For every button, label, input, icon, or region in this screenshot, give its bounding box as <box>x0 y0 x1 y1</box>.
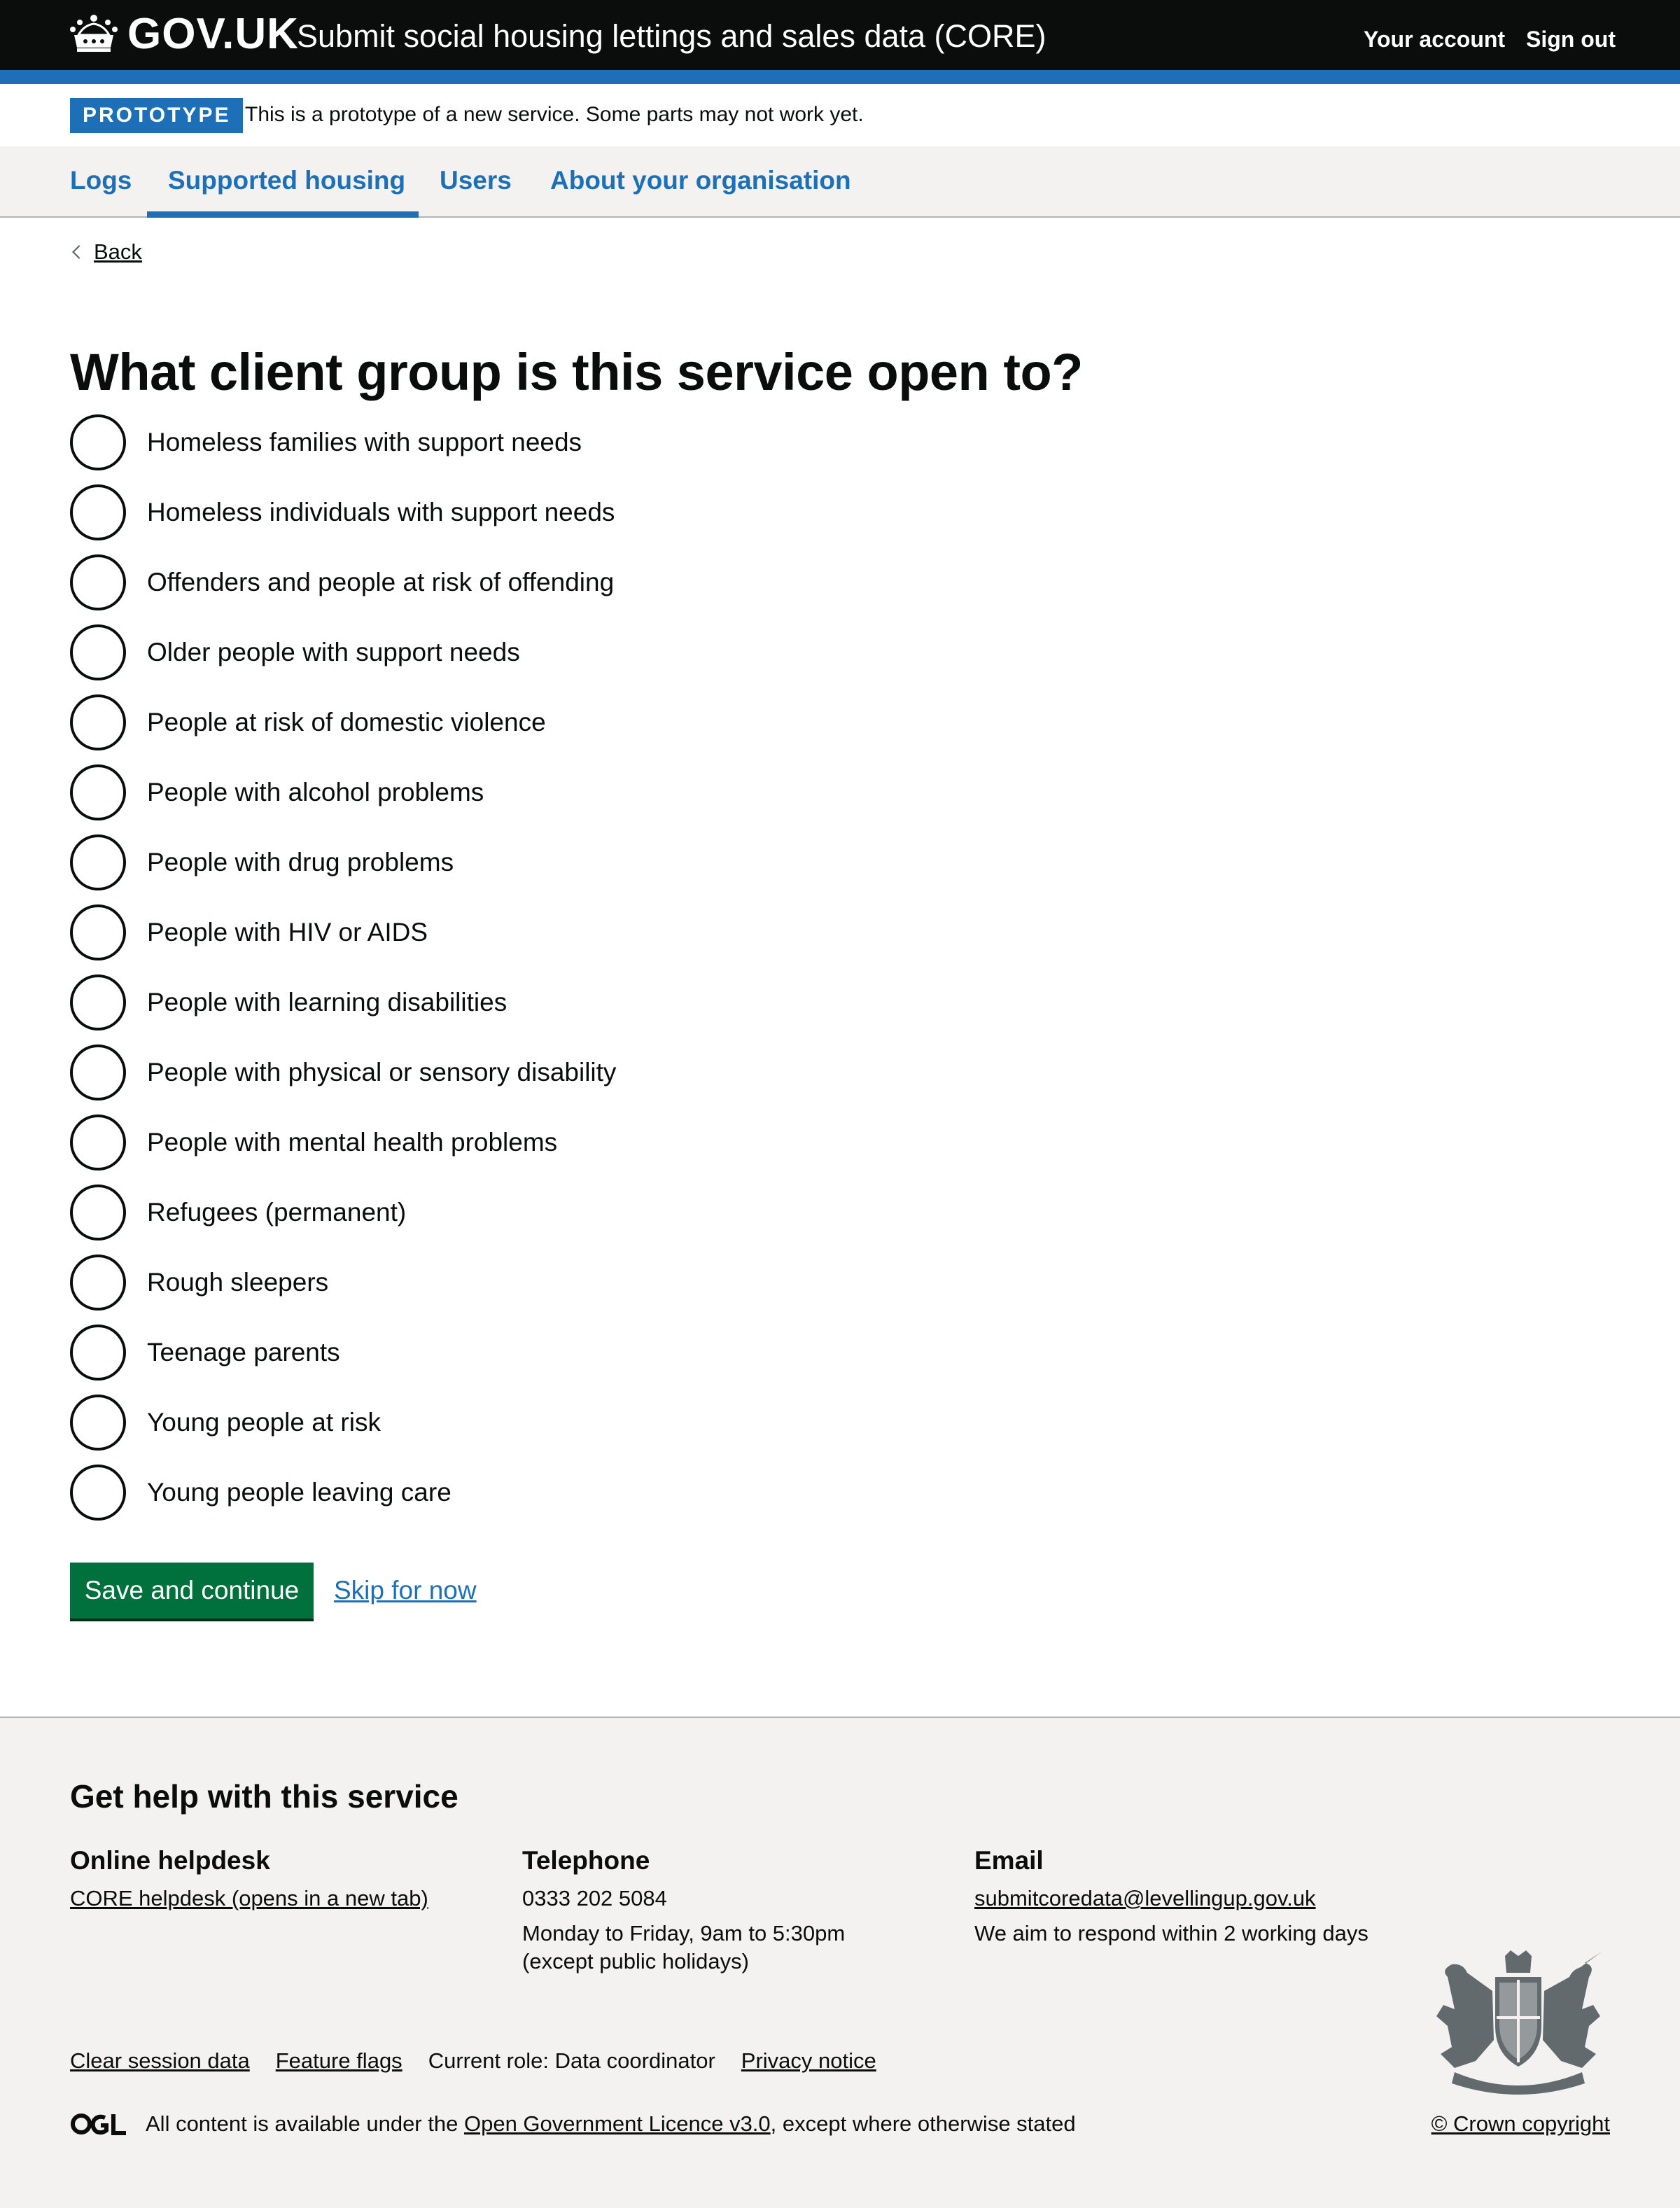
radio-option[interactable]: Teenage parents <box>70 1325 1050 1395</box>
radio-label[interactable]: Young people at risk <box>147 1395 381 1451</box>
crown-copyright-link[interactable]: © Crown copyright <box>1432 2110 1610 2138</box>
radio-label[interactable]: Homeless individuals with support needs <box>147 484 615 540</box>
radio-label[interactable]: People with physical or sensory disabili… <box>147 1044 616 1100</box>
radio-option[interactable]: Rough sleepers <box>70 1255 1050 1325</box>
radio-label[interactable]: People with alcohol problems <box>147 764 484 820</box>
sign-out-link[interactable]: Sign out <box>1526 25 1616 53</box>
radio-option[interactable]: People with physical or sensory disabili… <box>70 1044 1050 1115</box>
current-role-text: Current role: Data coordinator <box>428 2048 715 2073</box>
licence-suffix: , except where otherwise stated <box>770 2111 1076 2136</box>
helpdesk-heading: Online helpdesk <box>70 1846 270 1875</box>
radio-button[interactable] <box>70 764 126 820</box>
page-title: What client group is this service open t… <box>70 343 1083 401</box>
open-government-licence-link[interactable]: Open Government Licence v3.0 <box>464 2110 771 2138</box>
back-link[interactable]: Back <box>70 238 142 266</box>
radio-option[interactable]: Homeless families with support needs <box>70 414 1050 484</box>
chevron-left-icon <box>72 245 86 259</box>
radio-label[interactable]: People at risk of domestic violence <box>147 694 546 750</box>
radio-button[interactable] <box>70 1325 126 1381</box>
radio-button[interactable] <box>70 484 126 540</box>
radio-option[interactable]: Older people with support needs <box>70 624 1050 694</box>
radio-label[interactable]: Older people with support needs <box>147 624 520 680</box>
back-link-label: Back <box>94 239 142 264</box>
radio-button[interactable] <box>70 1115 126 1171</box>
radio-button[interactable] <box>70 554 126 610</box>
footer-telephone: Telephone 0333 202 5084 Monday to Friday… <box>522 1844 956 1976</box>
radio-option[interactable]: Offenders and people at risk of offendin… <box>70 554 1050 624</box>
nav-active-indicator <box>147 211 419 218</box>
core-helpdesk-link[interactable]: CORE helpdesk (opens in a new tab) <box>70 1885 504 1913</box>
nav-item-about-your-organisation[interactable]: About your organisation <box>550 163 851 198</box>
nav-item-supported-housing[interactable]: Supported housing <box>168 163 405 198</box>
your-account-link[interactable]: Your account <box>1364 25 1505 53</box>
privacy-notice-link[interactable]: Privacy notice <box>741 2047 876 2075</box>
site-header: GOV.UK Submit social housing lettings an… <box>0 0 1680 70</box>
radio-button[interactable] <box>70 1185 126 1241</box>
royal-coat-of-arms-icon <box>1436 1950 1602 2095</box>
telephone-heading: Telephone <box>522 1846 650 1875</box>
prototype-tag: PROTOTYPE <box>70 98 244 133</box>
radio-option[interactable]: Refugees (permanent) <box>70 1185 1050 1255</box>
radio-button[interactable] <box>70 624 126 680</box>
nav-item-users[interactable]: Users <box>440 163 512 198</box>
email-link[interactable]: submitcoredata@levellingup.gov.uk <box>974 1885 1408 1913</box>
service-name[interactable]: Submit social housing lettings and sales… <box>297 15 1046 57</box>
radio-label[interactable]: Refugees (permanent) <box>147 1185 406 1241</box>
telephone-hours-note: (except public holidays) <box>522 1949 749 1973</box>
radio-label[interactable]: Teenage parents <box>147 1325 340 1381</box>
radio-option[interactable]: People at risk of domestic violence <box>70 694 1050 764</box>
radio-label[interactable]: Homeless families with support needs <box>147 414 582 470</box>
radio-label[interactable]: Rough sleepers <box>147 1255 328 1311</box>
clear-session-data-link[interactable]: Clear session data <box>70 2047 250 2075</box>
radio-button[interactable] <box>70 1255 126 1311</box>
footer-meta-links: Clear session data Feature flags Current… <box>70 2047 876 2075</box>
radio-option[interactable]: Young people at risk <box>70 1395 1050 1465</box>
skip-for-now-link[interactable]: Skip for now <box>334 1575 477 1606</box>
radio-button[interactable] <box>70 834 126 890</box>
site-footer: Get help with this service Online helpde… <box>0 1717 1680 2208</box>
telephone-number: 0333 202 5084 <box>522 1886 667 1910</box>
radio-button[interactable] <box>70 974 126 1030</box>
radio-option[interactable]: People with HIV or AIDS <box>70 904 1050 974</box>
footer-helpdesk: Online helpdesk CORE helpdesk (opens in … <box>70 1844 504 1913</box>
footer-email: Email submitcoredata@levellingup.gov.uk … <box>974 1844 1408 1948</box>
radio-button[interactable] <box>70 904 126 960</box>
radio-button[interactable] <box>70 414 126 470</box>
radio-label[interactable]: Young people leaving care <box>147 1465 451 1521</box>
govuk-logo-text[interactable]: GOV.UK <box>127 8 299 60</box>
footer-licence: All content is available under the Open … <box>70 2110 1610 2138</box>
email-response-note: We aim to respond within 2 working days <box>974 1921 1368 1945</box>
primary-navigation: Logs Supported housing Users About your … <box>0 146 1680 218</box>
phase-banner-text: This is a prototype of a new service. So… <box>245 103 864 126</box>
radio-option[interactable]: Homeless individuals with support needs <box>70 484 1050 554</box>
client-group-radios: Homeless families with support needs Hom… <box>70 414 1050 1535</box>
radio-label[interactable]: People with HIV or AIDS <box>147 904 428 960</box>
radio-button[interactable] <box>70 1044 126 1100</box>
radio-option[interactable]: People with learning disabilities <box>70 974 1050 1044</box>
feature-flags-link[interactable]: Feature flags <box>276 2047 402 2075</box>
save-and-continue-button[interactable]: Save and continue <box>70 1563 314 1619</box>
footer-title: Get help with this service <box>70 1778 458 1815</box>
radio-label[interactable]: People with learning disabilities <box>147 974 507 1030</box>
radio-label[interactable]: People with drug problems <box>147 834 454 890</box>
ogl-logo-icon <box>71 2113 126 2135</box>
telephone-hours: Monday to Friday, 9am to 5:30pm <box>522 1921 846 1945</box>
radio-label[interactable]: Offenders and people at risk of offendin… <box>147 554 614 610</box>
crown-icon <box>70 15 118 52</box>
radio-button[interactable] <box>70 1395 126 1451</box>
radio-option[interactable]: People with mental health problems <box>70 1115 1050 1185</box>
radio-option[interactable]: People with drug problems <box>70 834 1050 904</box>
header-accent-bar <box>0 70 1680 84</box>
radio-button[interactable] <box>70 1465 126 1521</box>
nav-item-logs[interactable]: Logs <box>70 163 132 198</box>
radio-button[interactable] <box>70 694 126 750</box>
radio-option[interactable]: People with alcohol problems <box>70 764 1050 834</box>
radio-option[interactable]: Young people leaving care <box>70 1465 1050 1535</box>
email-heading: Email <box>974 1846 1044 1875</box>
phase-banner: PROTOTYPE This is a prototype of a new s… <box>0 84 1680 146</box>
licence-prefix: All content is available under the <box>146 2111 458 2136</box>
radio-label[interactable]: People with mental health problems <box>147 1115 557 1171</box>
